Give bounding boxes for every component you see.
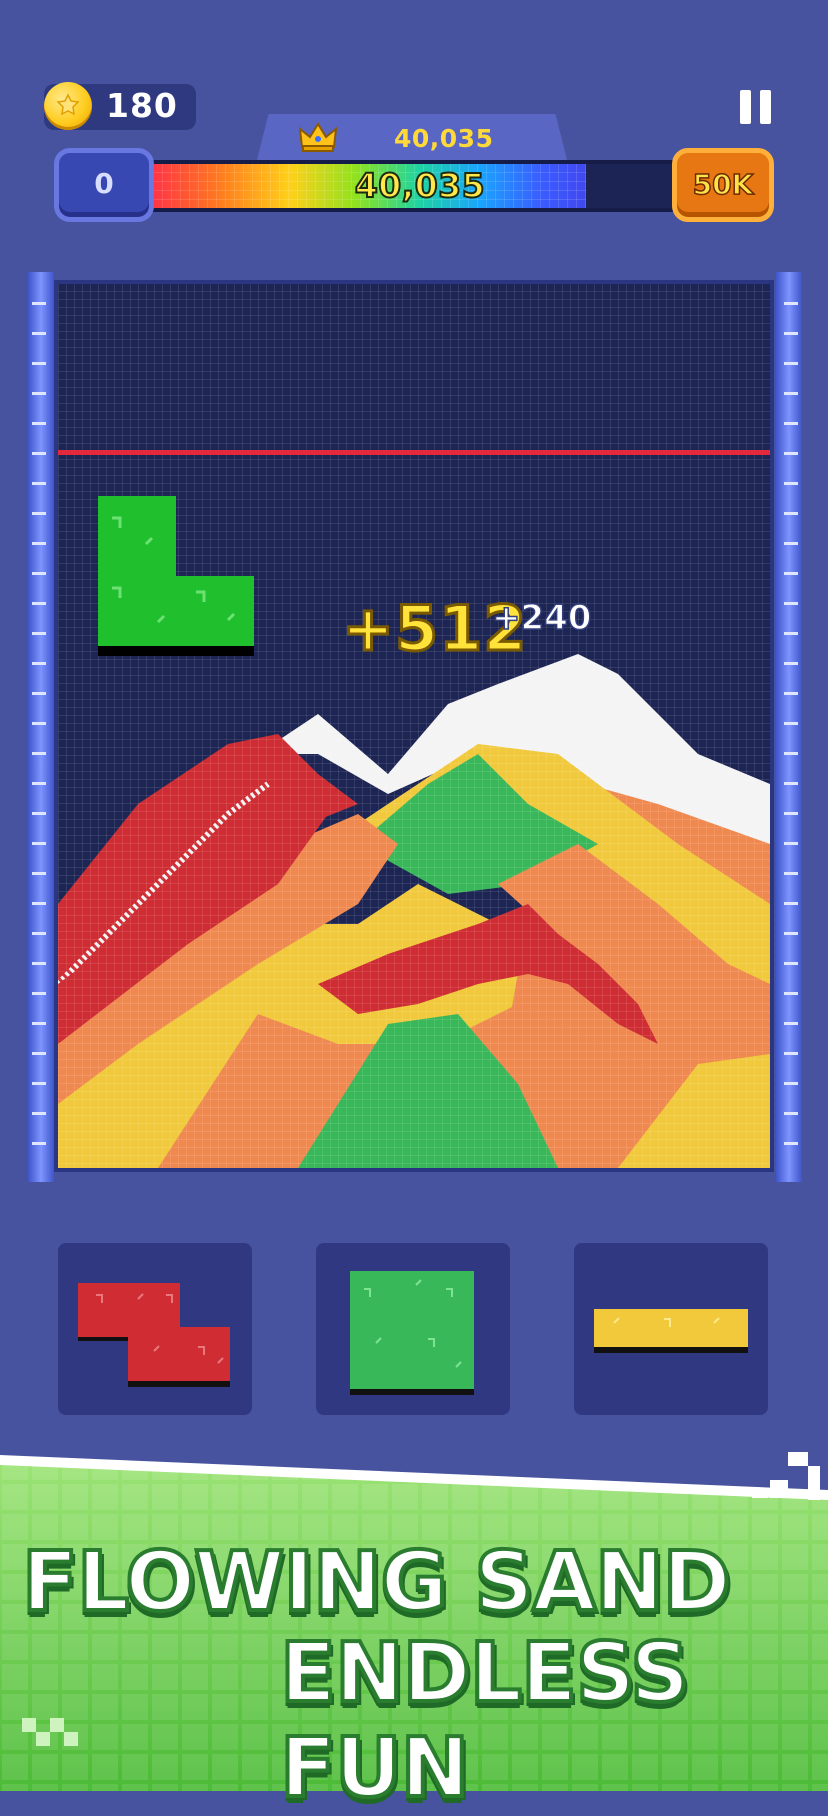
rail-tick <box>784 422 798 425</box>
rail-tick <box>32 722 46 725</box>
rail-tick <box>32 482 46 485</box>
rail-tick <box>784 542 798 545</box>
rail-tick <box>32 1052 46 1055</box>
rail-tick <box>784 452 798 455</box>
level-target-badge: 50K <box>672 148 774 222</box>
rail-tick <box>32 602 46 605</box>
rail-tick <box>32 932 46 935</box>
rail-tick <box>32 872 46 875</box>
rail-tick <box>784 752 798 755</box>
rail-tick <box>784 992 798 995</box>
rail-tick <box>32 962 46 965</box>
rail-tick <box>784 962 798 965</box>
sparkle-pixel-icon <box>788 1452 808 1466</box>
rail-tick <box>784 1112 798 1115</box>
rail-tick <box>32 332 46 335</box>
rail-tick <box>32 1022 46 1025</box>
rail-tick <box>32 302 46 305</box>
rail-tick <box>784 602 798 605</box>
rail-tick <box>784 662 798 665</box>
best-score: 40,035 <box>394 124 494 153</box>
rail-tick <box>32 422 46 425</box>
red-z-piece[interactable] <box>58 1243 252 1415</box>
rail-tick <box>784 1052 798 1055</box>
rail-tick <box>784 392 798 395</box>
rail-tick <box>784 842 798 845</box>
rail-tick <box>784 302 798 305</box>
rail-tick <box>784 932 798 935</box>
level-start-badge: 0 <box>54 148 154 222</box>
rail-tick <box>784 722 798 725</box>
falling-l-piece[interactable] <box>98 496 258 660</box>
tray-slot-2[interactable] <box>316 1243 510 1415</box>
rail-tick <box>32 902 46 905</box>
rail-tick <box>784 692 798 695</box>
rail-tick <box>32 542 46 545</box>
crown-icon <box>298 122 338 152</box>
score-popup-small: +240 <box>491 597 592 639</box>
right-rail <box>776 272 802 1182</box>
rail-tick <box>32 1142 46 1145</box>
rail-tick <box>784 332 798 335</box>
rail-tick <box>32 752 46 755</box>
rail-tick <box>784 872 798 875</box>
rail-tick <box>784 1022 798 1025</box>
rail-tick <box>32 1112 46 1115</box>
level-start-value: 0 <box>94 167 114 200</box>
rail-tick <box>32 1082 46 1085</box>
rail-tick <box>32 572 46 575</box>
yellow-bar-piece[interactable] <box>574 1243 768 1415</box>
rail-tick <box>784 362 798 365</box>
rail-tick <box>32 842 46 845</box>
rail-tick <box>784 1082 798 1085</box>
pause-icon <box>740 90 751 124</box>
current-score: 40,035 <box>354 165 486 206</box>
rail-tick <box>32 362 46 365</box>
level-target-value: 50K <box>692 167 754 202</box>
sand-pile <box>58 654 770 1168</box>
sand-board[interactable]: +512 +240 <box>54 280 774 1172</box>
rail-tick <box>784 812 798 815</box>
rail-tick <box>784 572 798 575</box>
rail-tick <box>32 992 46 995</box>
rail-tick <box>32 632 46 635</box>
rail-tick <box>32 512 46 515</box>
score-progress-bar: 40,035 <box>140 160 700 212</box>
rail-tick <box>784 512 798 515</box>
coin-icon <box>44 82 92 130</box>
rail-tick <box>32 452 46 455</box>
rail-tick <box>784 632 798 635</box>
coin-counter: 180 <box>44 82 196 130</box>
left-rail <box>28 272 54 1182</box>
green-square-piece[interactable] <box>316 1243 510 1415</box>
tray-slot-1[interactable] <box>58 1243 252 1415</box>
pause-button[interactable] <box>736 88 776 128</box>
rail-tick <box>32 662 46 665</box>
tray-slot-3[interactable] <box>574 1243 768 1415</box>
rail-tick <box>32 692 46 695</box>
banner-line-1: FLOWING SAND <box>20 1533 733 1632</box>
rail-tick <box>32 812 46 815</box>
coin-count: 180 <box>106 86 178 125</box>
rail-tick <box>784 1142 798 1145</box>
rail-tick <box>32 392 46 395</box>
overflow-limit-line <box>58 450 770 455</box>
banner-line-2: ENDLESS FUN <box>278 1624 691 1816</box>
rail-tick <box>784 902 798 905</box>
rail-tick <box>784 782 798 785</box>
rail-tick <box>32 782 46 785</box>
rail-tick <box>784 482 798 485</box>
